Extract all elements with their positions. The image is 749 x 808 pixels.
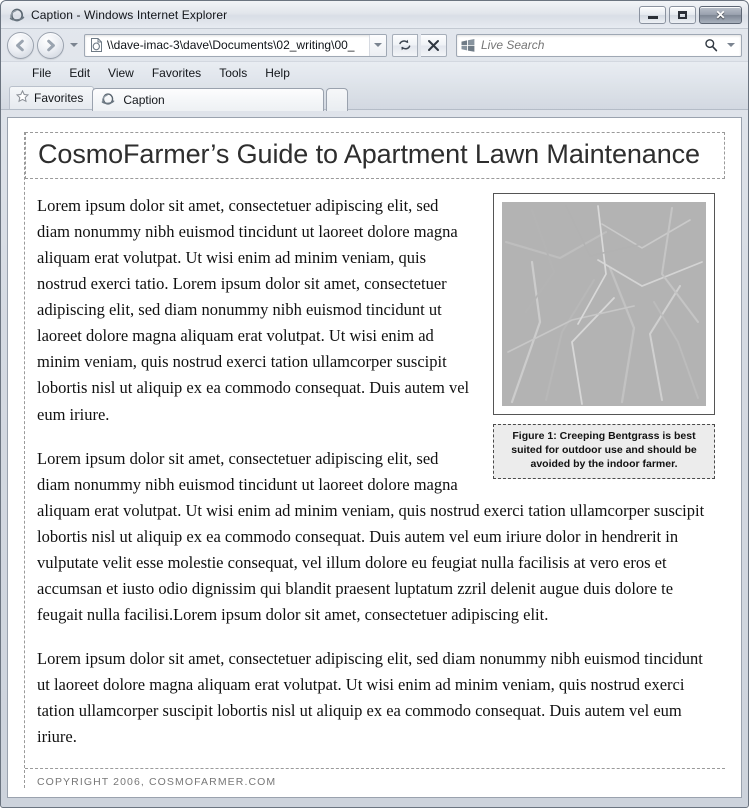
menu-item-favorites[interactable]: Favorites: [143, 65, 210, 81]
maximize-button[interactable]: [669, 5, 696, 24]
chevron-down-icon: [374, 43, 382, 47]
minimize-button[interactable]: [639, 5, 666, 24]
figure-frame: [493, 193, 715, 416]
search-dropdown-button[interactable]: [721, 35, 741, 56]
back-button[interactable]: [7, 31, 34, 59]
page-icon: [85, 35, 107, 56]
navigation-bar: [1, 29, 748, 61]
copyright-footer: Copyright 2006, cosmofarmer.com: [25, 768, 725, 788]
figure: Figure 1: Creeping Bentgrass is best sui…: [493, 193, 715, 479]
windows-logo-icon: [457, 35, 479, 56]
menu-item-help[interactable]: Help: [256, 65, 299, 81]
address-bar[interactable]: [84, 33, 387, 57]
forward-button[interactable]: [37, 31, 64, 59]
chevron-down-icon: [70, 43, 78, 47]
search-bar[interactable]: [456, 33, 742, 57]
search-icon[interactable]: [701, 35, 721, 56]
tab-strip: Favorites Caption: [1, 83, 748, 111]
star-icon: [15, 89, 30, 106]
internet-explorer-icon: [101, 92, 117, 108]
address-dropdown-button[interactable]: [369, 34, 386, 56]
search-input[interactable]: [479, 34, 701, 56]
tab-caption[interactable]: Caption: [92, 88, 325, 111]
favorites-label: Favorites: [34, 91, 84, 105]
close-icon: ✕: [715, 7, 726, 22]
window-controls: ✕: [639, 5, 744, 24]
menu-bar: File Edit View Favorites Tools Help: [1, 61, 748, 83]
close-button[interactable]: ✕: [699, 5, 742, 24]
maximize-icon: [678, 10, 687, 19]
stop-button[interactable]: [421, 33, 447, 57]
new-tab-button[interactable]: [326, 88, 349, 111]
window-title: Caption - Windows Internet Explorer: [31, 7, 228, 22]
refresh-button[interactable]: [392, 33, 418, 57]
chevron-down-icon: [727, 43, 735, 47]
minimize-icon: [647, 15, 658, 19]
page-viewport: CosmoFarmer’s Guide to Apartment Lawn Ma…: [7, 117, 742, 798]
favorites-button[interactable]: Favorites: [9, 86, 95, 109]
browser-window: Caption - Windows Internet Explorer ✕ \\…: [0, 0, 749, 808]
internet-explorer-icon: [9, 7, 25, 23]
title-bar: Caption - Windows Internet Explorer ✕: [1, 1, 748, 29]
address-input[interactable]: [107, 34, 369, 56]
web-page: CosmoFarmer’s Guide to Apartment Lawn Ma…: [8, 118, 741, 797]
menu-item-file[interactable]: File: [23, 65, 60, 81]
paragraph-3: Lorem ipsum dolor sit amet, consectetuer…: [37, 649, 703, 747]
page-title: CosmoFarmer’s Guide to Apartment Lawn Ma…: [25, 132, 725, 180]
menu-item-view[interactable]: View: [99, 65, 143, 81]
menu-item-edit[interactable]: Edit: [60, 65, 99, 81]
recent-pages-button[interactable]: [67, 32, 81, 59]
grass-photo: [502, 202, 706, 407]
tab-label: Caption: [123, 93, 165, 107]
menu-item-tools[interactable]: Tools: [210, 65, 256, 81]
content-container: CosmoFarmer’s Guide to Apartment Lawn Ma…: [24, 132, 725, 789]
figure-caption: Figure 1: Creeping Bentgrass is best sui…: [493, 424, 715, 479]
